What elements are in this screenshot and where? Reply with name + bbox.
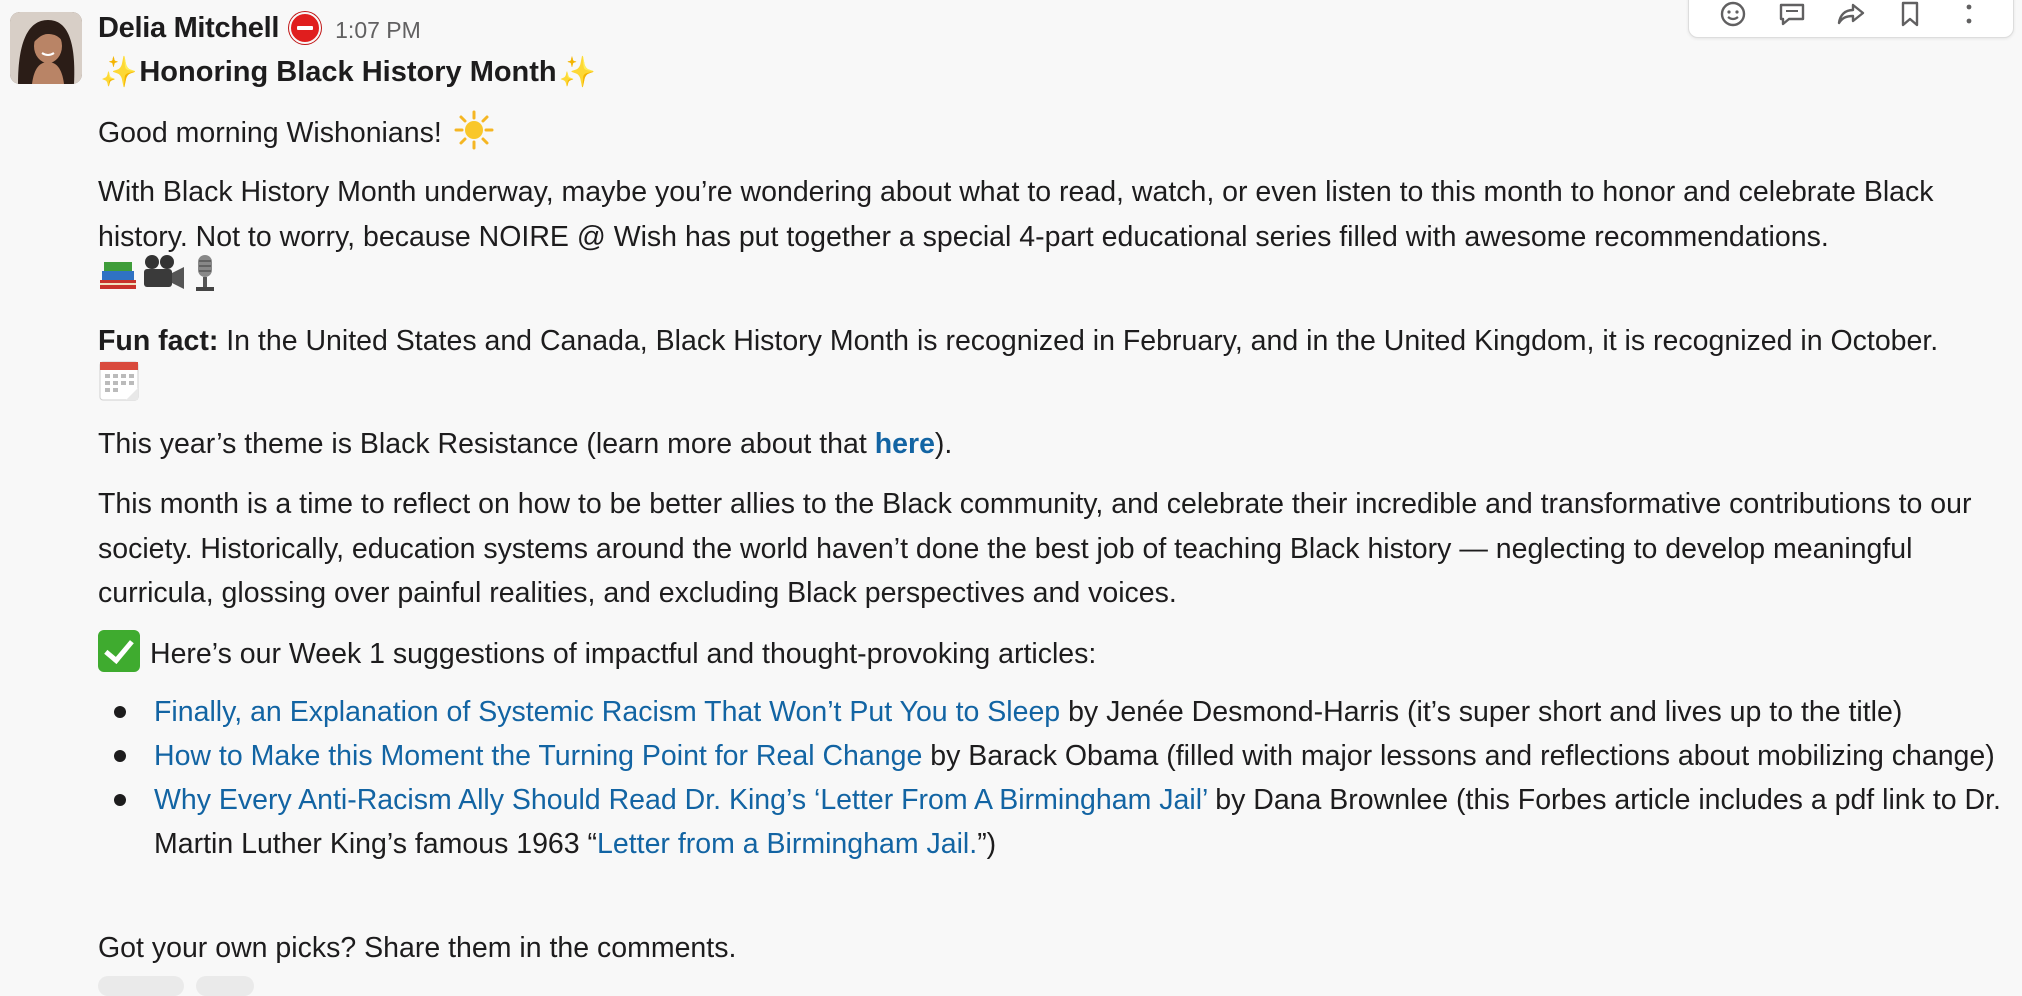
sparkles-icon: ✨	[558, 55, 597, 89]
greeting-text: Good morning Wishonians!	[98, 117, 442, 149]
article-description-end: ”)	[977, 828, 997, 860]
avatar[interactable]	[10, 12, 82, 84]
add-reaction-button[interactable]	[1713, 1, 1753, 37]
articles-list: Finally, an Explanation of Systemic Raci…	[98, 690, 2008, 866]
message-title: ✨ Honoring Black History Month ✨	[98, 52, 598, 92]
message-header: Delia Mitchell 1:07 PM	[98, 8, 421, 48]
theme-prefix: This year’s theme is Black Resistance (l…	[98, 428, 875, 460]
theme-paragraph: This year’s theme is Black Resistance (l…	[98, 422, 2008, 467]
reaction-pill[interactable]	[98, 976, 184, 996]
do-not-disturb-icon	[289, 12, 322, 44]
greeting-line: Good morning Wishonians!	[98, 110, 2008, 156]
list-item: Finally, an Explanation of Systemic Raci…	[98, 690, 2008, 734]
intro-paragraph: With Black History Month underway, maybe…	[98, 176, 1934, 253]
article-link[interactable]: How to Make this Moment the Turning Poin…	[154, 740, 922, 772]
check-mark-icon	[98, 630, 140, 672]
fun-fact-text: In the United States and Canada, Black H…	[218, 325, 1939, 357]
bullet-icon	[114, 750, 126, 762]
reflect-paragraph: This month is a time to reflect on how t…	[98, 488, 1972, 609]
list-item: How to Make this Moment the Turning Poin…	[98, 734, 2008, 778]
letter-link[interactable]: Letter from a Birmingham Jail.	[597, 828, 977, 860]
reply-in-thread-icon	[1779, 3, 1804, 26]
share-message-icon	[1837, 3, 1865, 25]
article-description: by Barack Obama (filled with major lesso…	[922, 740, 1995, 772]
list-item: Why Every Anti-Racism Ally Should Read D…	[98, 778, 2008, 866]
add-reaction-icon	[1720, 1, 1745, 27]
timestamp[interactable]: 1:07 PM	[335, 17, 421, 44]
books-icon	[98, 253, 138, 298]
bullet-icon	[114, 706, 126, 718]
theme-link[interactable]: here	[875, 428, 935, 460]
bullet-icon	[114, 794, 126, 806]
fun-fact-paragraph: Fun fact: In the United States and Canad…	[98, 319, 2008, 364]
theme-suffix: ).	[934, 428, 953, 460]
reply-in-thread-button[interactable]	[1772, 3, 1812, 37]
sparkles-icon: ✨	[100, 55, 138, 89]
share-message-button[interactable]	[1831, 3, 1871, 37]
article-link[interactable]: Finally, an Explanation of Systemic Raci…	[154, 696, 1060, 728]
more-actions-button[interactable]	[1949, 4, 1989, 37]
week-intro-line: Here’s our Week 1 suggestions of impactf…	[98, 630, 2008, 677]
week-intro-text: Here’s our Week 1 suggestions of impactf…	[150, 638, 1097, 670]
closing-line: Got your own picks? Share them in the co…	[98, 932, 737, 964]
message-actions-toolbar	[1688, 0, 2014, 38]
title-text: Honoring Black History Month	[139, 55, 557, 88]
reaction-pill[interactable]	[196, 976, 254, 996]
sender-name[interactable]: Delia Mitchell	[98, 12, 279, 45]
message: Delia Mitchell 1:07 PM ✨ Honoring Black …	[0, 0, 2022, 996]
calendar-icon	[98, 358, 140, 407]
save-icon	[1901, 1, 1919, 27]
more-actions-icon	[1966, 4, 1972, 24]
article-description: by Jenée Desmond-Harris (it’s super shor…	[1060, 696, 1903, 728]
microphone-icon	[188, 253, 222, 298]
movie-camera-icon	[140, 253, 186, 298]
media-emoji-row	[98, 253, 222, 297]
save-button[interactable]	[1890, 1, 1930, 37]
reactions-row	[98, 976, 254, 996]
fun-fact-label: Fun fact:	[98, 325, 219, 357]
sun-icon	[454, 110, 494, 150]
article-link[interactable]: Why Every Anti-Racism Ally Should Read D…	[154, 784, 1207, 816]
